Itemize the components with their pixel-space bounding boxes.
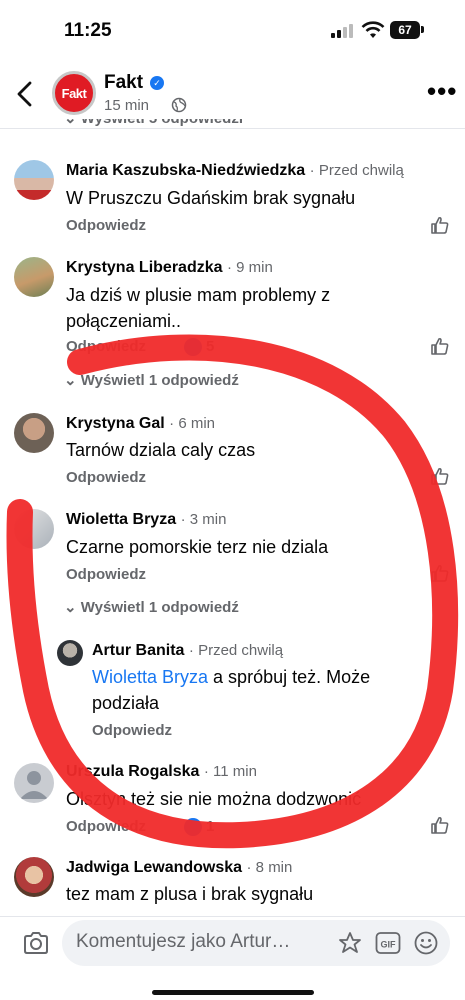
verified-icon: ✓: [150, 76, 164, 90]
like-icon[interactable]: [430, 815, 450, 835]
reply-button[interactable]: Odpowiedz: [66, 566, 146, 583]
comment-author[interactable]: Maria Kaszubska-Niedźwiedzka · Przed chw…: [66, 162, 404, 180]
comment-time: · 9 min: [226, 259, 273, 276]
cell-signal-icon: [331, 24, 353, 38]
avatar[interactable]: [14, 413, 54, 453]
composer-divider: [0, 916, 465, 917]
avatar[interactable]: [14, 763, 54, 803]
camera-icon[interactable]: [22, 930, 50, 956]
status-time: 11:25: [64, 20, 112, 41]
gif-icon[interactable]: GIF: [375, 931, 401, 955]
battery-tip: [421, 26, 424, 33]
default-avatar-icon: [20, 771, 48, 799]
avatar-sticker-icon[interactable]: [337, 930, 363, 956]
comment-time: · Przed chwilą: [188, 642, 284, 659]
mention-link[interactable]: Wioletta Bryza: [92, 667, 208, 687]
back-arrow-icon[interactable]: [14, 80, 38, 108]
like-reaction-icon[interactable]: [184, 338, 202, 356]
like-icon[interactable]: [430, 466, 450, 486]
reply-button[interactable]: Odpowiedz: [66, 818, 146, 835]
comment-author[interactable]: Krystyna Gal · 6 min: [66, 415, 215, 433]
comment-text: Wioletta Bryza a spróbuj też. Może podzia…: [92, 667, 371, 713]
comment-author[interactable]: Artur Banita · Przed chwilą: [92, 642, 283, 660]
comment-input-placeholder[interactable]: Komentujesz jako Artur…: [76, 931, 290, 953]
comment-text: Tarnów dziala caly czas: [66, 440, 256, 460]
comment-author[interactable]: Jadwiga Lewandowska · 8 min: [66, 859, 292, 877]
like-icon[interactable]: [430, 215, 450, 235]
reaction-count[interactable]: 5: [206, 338, 214, 355]
page-avatar[interactable]: Fakt: [52, 71, 96, 115]
reply-button[interactable]: Odpowiedz: [66, 469, 146, 486]
page-name[interactable]: Fakt: [104, 72, 143, 94]
avatar[interactable]: [57, 640, 83, 666]
more-icon[interactable]: •••: [427, 78, 457, 104]
avatar[interactable]: [14, 257, 54, 297]
like-icon[interactable]: [430, 336, 450, 356]
comment-text: Ja dziś w plusie mam problemy z połączeni…: [66, 285, 331, 331]
post-time: 15 min: [104, 97, 150, 114]
like-icon[interactable]: [430, 563, 450, 583]
battery-icon: 67: [390, 21, 420, 39]
view-replies-link[interactable]: ⌄ Wyświetl 1 odpowiedź: [64, 598, 239, 616]
comment-author[interactable]: Wioletta Bryza · 3 min: [66, 511, 226, 529]
comment-author[interactable]: Krystyna Liberadzka · 9 min: [66, 259, 273, 277]
comment-text: Olsztyn też sie nie można dodzwonić: [66, 789, 362, 809]
header-divider: [0, 128, 465, 129]
avatar[interactable]: [14, 160, 54, 200]
avatar[interactable]: [14, 857, 54, 897]
comment-time: · 8 min: [246, 859, 293, 876]
avatar[interactable]: [14, 509, 54, 549]
comment-text: Czarne pomorskie terz nie dziala: [66, 537, 329, 557]
comment-time: · 6 min: [169, 415, 216, 432]
like-reaction-icon[interactable]: [184, 818, 202, 836]
comment-time: · 3 min: [180, 511, 227, 528]
reply-button[interactable]: Odpowiedz: [66, 217, 146, 234]
comment-text: W Pruszczu Gdańskim brak sygnału: [66, 188, 356, 208]
wifi-icon: [361, 21, 385, 38]
reply-button[interactable]: Odpowiedz: [92, 722, 172, 739]
view-replies-link[interactable]: ⌄ Wyświetl 1 odpowiedź: [64, 371, 239, 389]
red-circle-annotation: [6, 334, 459, 849]
comment-author[interactable]: Urszula Rogalska · 11 min: [66, 763, 257, 781]
globe-icon: [171, 97, 187, 113]
reply-button[interactable]: Odpowiedz: [66, 338, 146, 355]
comment-time: · Przed chwilą: [309, 162, 404, 179]
svg-text:GIF: GIF: [381, 940, 397, 950]
view-replies-link[interactable]: ⌄ Wyświetl 5 odpowiedzi: [64, 119, 243, 128]
reaction-count[interactable]: 1: [206, 818, 214, 835]
home-indicator: [152, 990, 314, 995]
emoji-icon[interactable]: [413, 930, 439, 956]
comment-time: · 11 min: [203, 763, 257, 780]
comment-text: tez mam z plusa i brak sygnału: [66, 884, 314, 904]
